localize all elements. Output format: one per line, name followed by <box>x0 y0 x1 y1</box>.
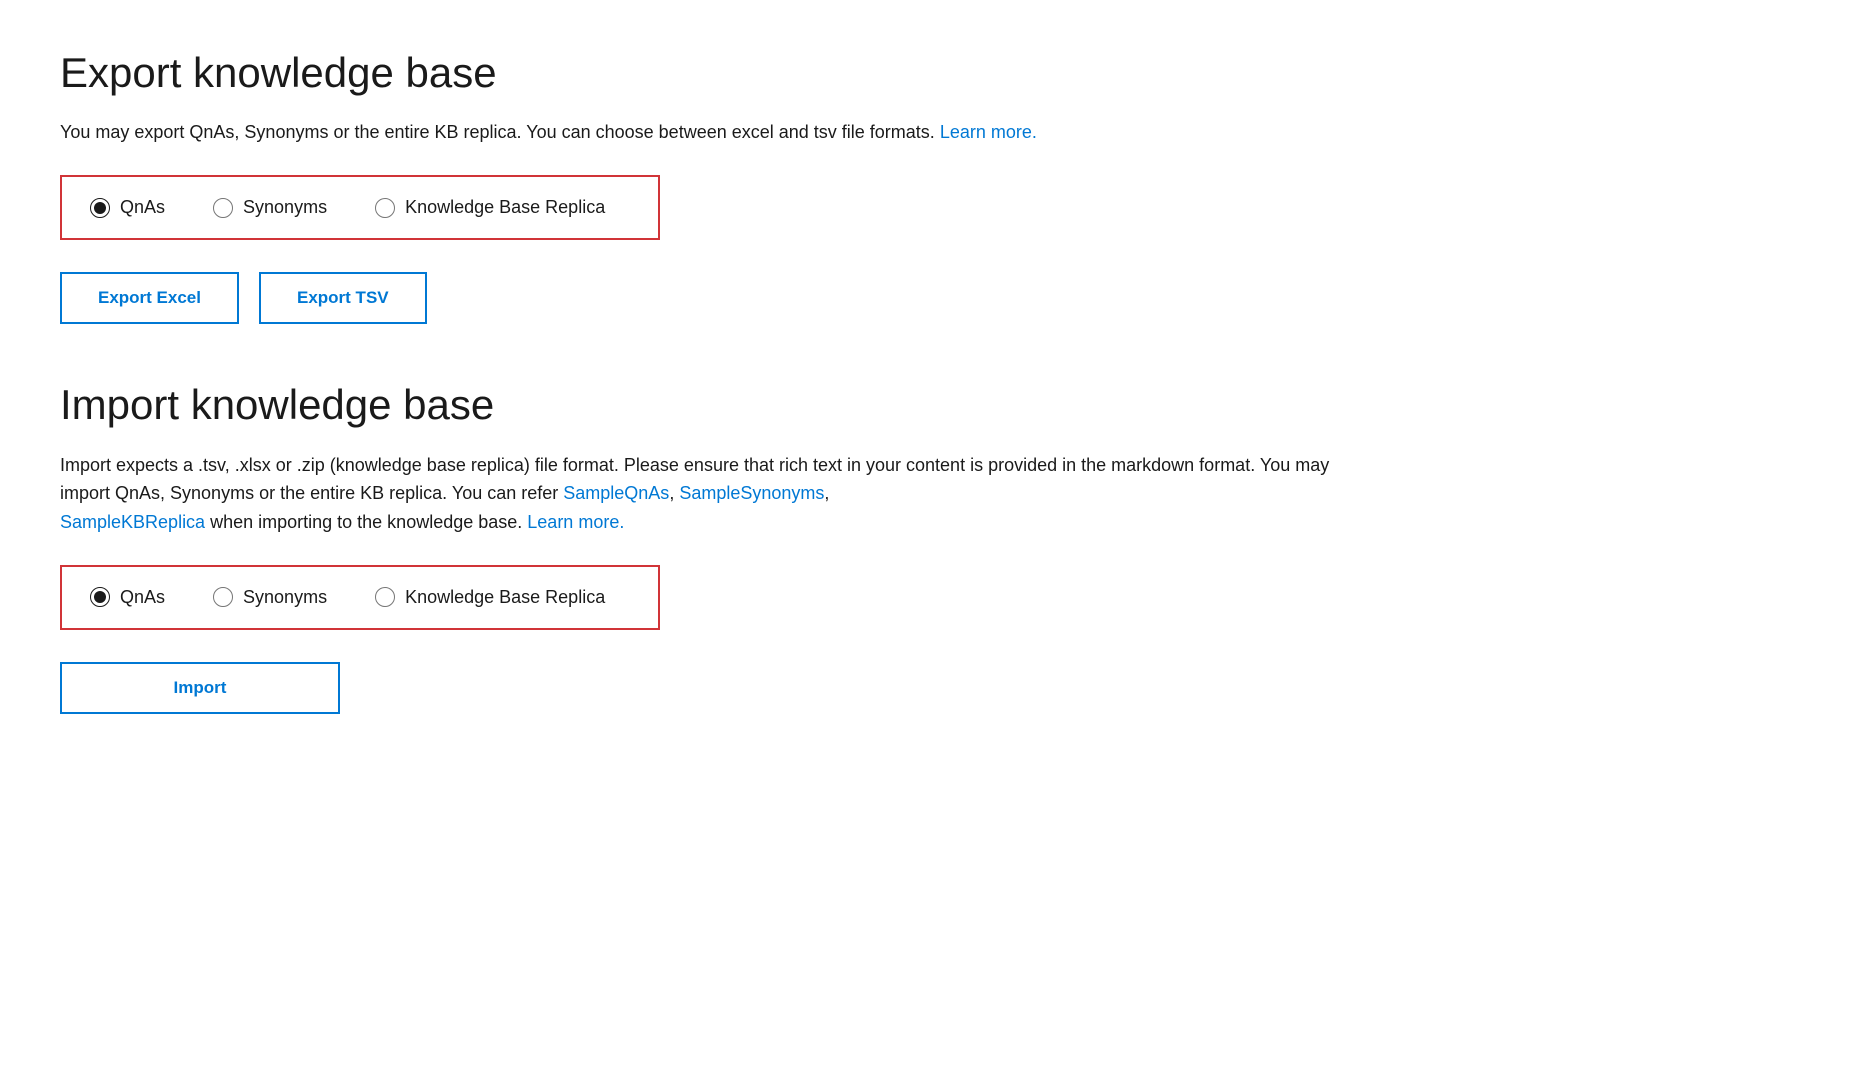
sample-kbreplica-link[interactable]: SampleKBReplica <box>60 512 205 532</box>
export-label-synonyms: Synonyms <box>243 197 327 218</box>
import-radio-group: QnAs Synonyms Knowledge Base Replica <box>60 565 660 630</box>
import-label-kbreplica: Knowledge Base Replica <box>405 587 605 608</box>
export-option-qnas[interactable]: QnAs <box>90 197 165 218</box>
export-button-group: Export Excel Export TSV <box>60 272 1814 324</box>
import-learn-more-link[interactable]: Learn more. <box>527 512 624 532</box>
export-radio-kbreplica[interactable] <box>375 198 395 218</box>
export-label-kbreplica: Knowledge Base Replica <box>405 197 605 218</box>
export-description: You may export QnAs, Synonyms or the ent… <box>60 118 1360 147</box>
import-radio-synonyms[interactable] <box>213 587 233 607</box>
export-section: Export knowledge base You may export QnA… <box>60 48 1814 324</box>
import-section: Import knowledge base Import expects a .… <box>60 380 1814 714</box>
import-label-qnas: QnAs <box>120 587 165 608</box>
import-title: Import knowledge base <box>60 380 1814 430</box>
import-radio-qnas[interactable] <box>90 587 110 607</box>
export-radio-synonyms[interactable] <box>213 198 233 218</box>
export-label-qnas: QnAs <box>120 197 165 218</box>
export-radio-qnas[interactable] <box>90 198 110 218</box>
export-title: Export knowledge base <box>60 48 1814 98</box>
export-option-kbreplica[interactable]: Knowledge Base Replica <box>375 197 605 218</box>
import-button[interactable]: Import <box>60 662 340 714</box>
sample-qnas-link[interactable]: SampleQnAs <box>563 483 669 503</box>
import-label-synonyms: Synonyms <box>243 587 327 608</box>
import-when-importing: when importing to the knowledge base. <box>205 512 527 532</box>
export-tsv-button[interactable]: Export TSV <box>259 272 427 324</box>
import-option-qnas[interactable]: QnAs <box>90 587 165 608</box>
import-option-kbreplica[interactable]: Knowledge Base Replica <box>375 587 605 608</box>
export-excel-button[interactable]: Export Excel <box>60 272 239 324</box>
import-comma-1: , <box>669 483 679 503</box>
sample-synonyms-link[interactable]: SampleSynonyms <box>679 483 824 503</box>
import-comma-2: , <box>824 483 829 503</box>
export-learn-more-link[interactable]: Learn more. <box>940 122 1037 142</box>
export-description-text: You may export QnAs, Synonyms or the ent… <box>60 122 935 142</box>
export-option-synonyms[interactable]: Synonyms <box>213 197 327 218</box>
import-option-synonyms[interactable]: Synonyms <box>213 587 327 608</box>
export-radio-group: QnAs Synonyms Knowledge Base Replica <box>60 175 660 240</box>
import-description: Import expects a .tsv, .xlsx or .zip (kn… <box>60 451 1360 537</box>
import-radio-kbreplica[interactable] <box>375 587 395 607</box>
